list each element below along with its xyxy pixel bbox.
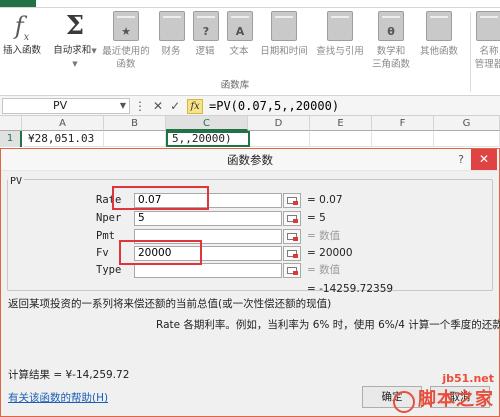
name-manager-button[interactable]: 名称 管理器 [472, 10, 500, 71]
chevron-down-icon[interactable]: ▼ [120, 99, 126, 113]
finance-label: 财务 [161, 46, 181, 57]
function-description: 返回某项投资的一系列将来偿还额的当前总值(或一次性偿还额的现值) [8, 298, 332, 310]
cell-d1[interactable] [250, 131, 310, 147]
name-box[interactable]: PV ▼ [2, 98, 130, 114]
ribbon-group-label: 函数库 [220, 80, 250, 91]
column-header-d[interactable]: D [248, 116, 310, 131]
close-icon: ✕ [478, 152, 490, 166]
finance-button[interactable]: 财务 [156, 10, 186, 58]
text-icon: A [227, 11, 253, 41]
arg-result-fv: = 20000 [307, 247, 353, 259]
cell-b1[interactable] [104, 131, 166, 147]
column-header-g[interactable]: G [434, 116, 500, 131]
name-manager-label-2: 管理器 [474, 59, 500, 70]
arg-input-type[interactable] [134, 263, 282, 278]
column-header-c[interactable]: C [166, 116, 248, 131]
arg-label-type: Type [96, 264, 122, 276]
arg-input-nper[interactable]: 5 [134, 211, 282, 226]
column-header-f[interactable]: F [372, 116, 434, 131]
watermark-logo-icon [393, 391, 415, 413]
insert-function-label: 插入函数 [2, 45, 41, 56]
arg-result-type: = 数值 [307, 264, 341, 276]
highlight-box-rate [112, 186, 209, 210]
more-functions-button[interactable]: 其他函数 [416, 10, 462, 58]
insert-function-icon[interactable]: fx [187, 98, 204, 114]
autosum-button[interactable]: Σ 自动求和▼ ▼ [52, 10, 98, 71]
recent-functions-button[interactable]: ★ 最近使用的 函数 [100, 10, 152, 71]
arg-label-nper: Nper [96, 212, 122, 224]
watermark: jb51.net 脚本之家 [393, 372, 494, 413]
collapse-dialog-button-pmt[interactable] [283, 229, 301, 244]
name-manager-icon [476, 11, 500, 41]
collapse-dialog-button-type[interactable] [283, 263, 301, 278]
formula-input[interactable]: =PV(0.07,5,,20000) [209, 98, 339, 114]
recent-functions-label-2: 函数 [116, 59, 136, 70]
arg-result-pmt: = 数值 [307, 230, 341, 242]
datetime-button[interactable]: 日期和时间 [256, 10, 312, 58]
math-label-1: 数学和 [376, 46, 406, 57]
formula-bar: PV ▼ ⋮ ✕ ✓ fx =PV(0.07,5,,20000) [0, 96, 500, 116]
cancel-icon[interactable]: ✕ [153, 99, 163, 113]
close-button[interactable]: ✕ [471, 149, 497, 170]
datetime-icon [271, 11, 297, 41]
logic-button[interactable]: ? 逻辑 [190, 10, 220, 58]
logic-icon: ? [193, 11, 219, 41]
column-header-a[interactable]: A [22, 116, 104, 131]
cell-a1[interactable]: ¥28,051.03 [24, 131, 104, 147]
enter-icon[interactable]: ✓ [170, 99, 180, 113]
name-box-value: PV [53, 99, 68, 112]
lookup-button[interactable]: 查找与引用 [312, 10, 368, 58]
arg-result-rate: = 0.07 [307, 194, 343, 206]
more-functions-label: 其他函数 [419, 46, 458, 57]
function-help-link[interactable]: 有关该函数的帮助(H) [8, 390, 108, 405]
collapse-dialog-button-nper[interactable] [283, 211, 301, 226]
math-label-2: 三角函数 [371, 59, 410, 70]
help-button[interactable]: ? [453, 152, 469, 168]
file-tab[interactable] [0, 0, 36, 7]
more-functions-icon [426, 11, 452, 41]
arg-result-nper: = 5 [307, 212, 326, 224]
text-label: 文本 [229, 46, 249, 57]
cell-g1[interactable] [434, 131, 500, 147]
recent-icon: ★ [113, 11, 139, 41]
collapse-dialog-button-rate[interactable] [283, 193, 301, 208]
formula-result: = -14259.72359 [307, 283, 394, 295]
more-icon: ⋮ [134, 99, 146, 113]
lookup-label: 查找与引用 [316, 46, 364, 57]
cell-c1[interactable]: 5,,20000) [166, 131, 250, 147]
collapse-dialog-button-fv[interactable] [283, 246, 301, 261]
math-button[interactable]: θ 数学和 三角函数 [368, 10, 414, 71]
highlight-box-fv [119, 240, 202, 265]
function-name: PV [8, 176, 25, 187]
column-header-b[interactable]: B [104, 116, 166, 131]
datetime-label: 日期和时间 [260, 46, 308, 57]
menu-bar [0, 0, 500, 8]
autosum-label: 自动求和 [53, 45, 92, 56]
column-header-e[interactable]: E [310, 116, 372, 131]
sigma-icon: Σ [65, 11, 85, 41]
name-manager-label-1: 名称 [479, 46, 499, 57]
cell-f1[interactable] [372, 131, 434, 147]
recent-functions-label-1: 最近使用的 [102, 46, 150, 57]
cell-e1[interactable] [310, 131, 372, 147]
argument-description: Rate 各期利率。例如，当利率为 6% 时，使用 6%/4 计算一个季度的还款… [156, 319, 500, 331]
finance-icon [159, 11, 185, 41]
chevron-down-icon: ▼ [91, 47, 97, 55]
watermark-site: jb51.net [442, 372, 494, 385]
fx-icon: fx [14, 12, 30, 43]
ribbon-separator [470, 12, 471, 92]
ribbon: fx 插入函数 Σ 自动求和▼ ▼ ★ 最近使用的 函数 财务 ? 逻辑 A 文… [0, 8, 500, 96]
spreadsheet-grid: A B C D E F G 1 ¥28,051.03 5,,20000) [0, 116, 500, 148]
select-all-corner[interactable] [0, 116, 22, 131]
chevron-down-icon: ▼ [72, 60, 78, 68]
insert-function-button[interactable]: fx 插入函数 [2, 10, 42, 57]
row-header-1[interactable]: 1 [0, 131, 22, 147]
calculation-result: 计算结果 = ¥-14,259.72 [8, 369, 130, 381]
text-button[interactable]: A 文本 [224, 10, 254, 58]
lookup-icon [327, 11, 353, 41]
watermark-name: 脚本之家 [418, 389, 494, 410]
math-icon: θ [378, 11, 404, 41]
dialog-title[interactable]: 函数参数 [1, 149, 499, 171]
logic-label: 逻辑 [195, 46, 215, 57]
